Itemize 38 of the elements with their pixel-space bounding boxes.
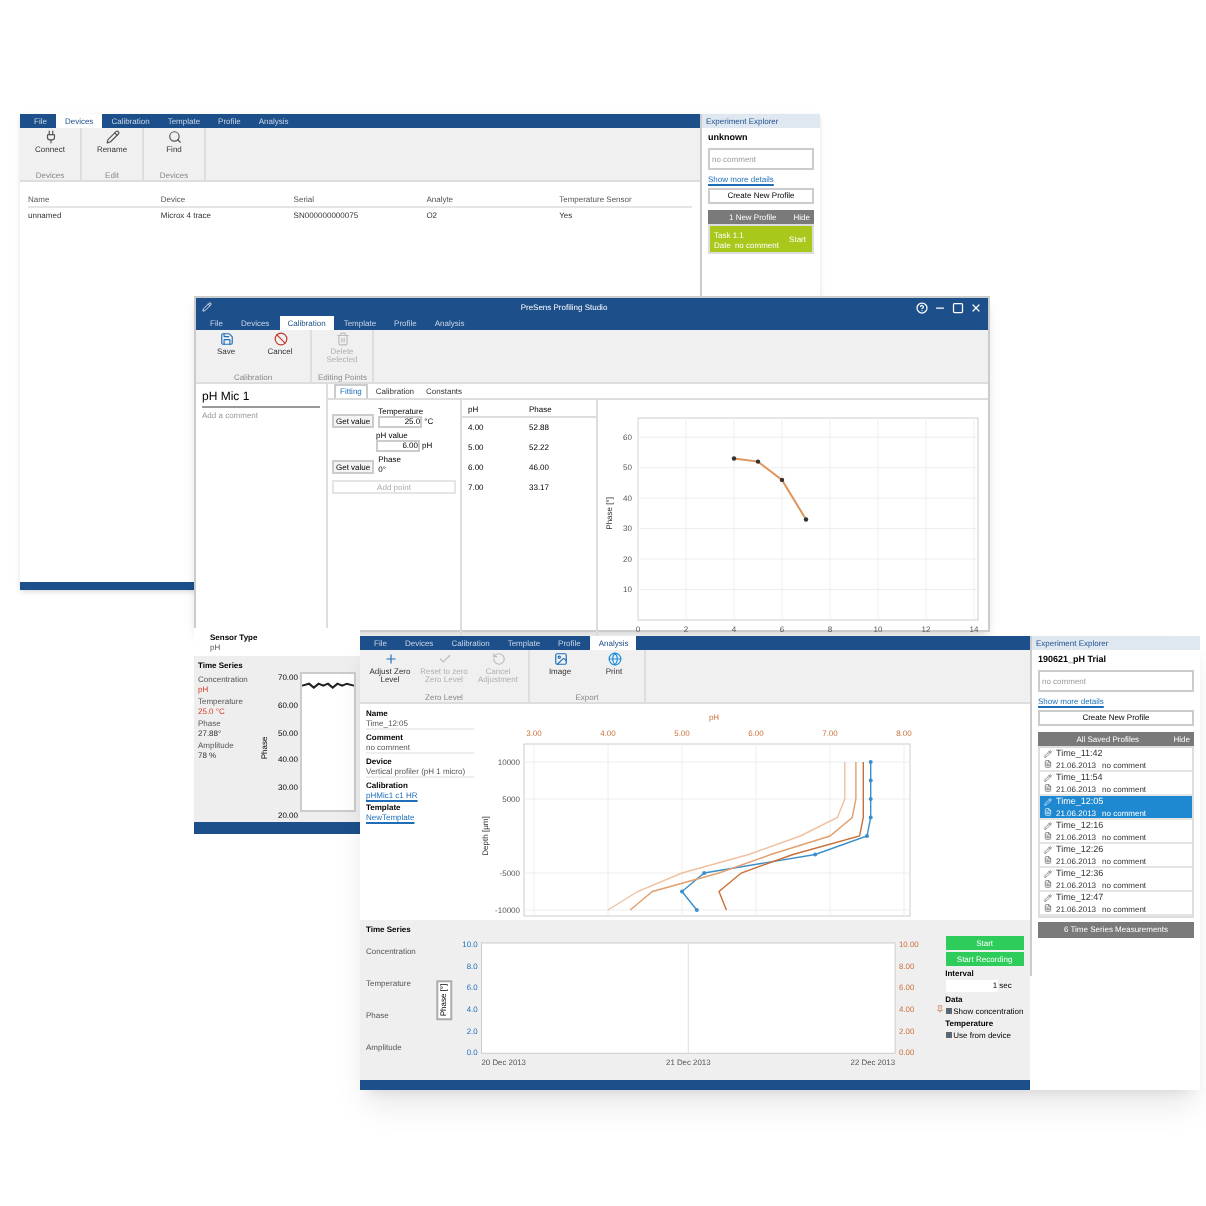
plug-icon (43, 130, 57, 144)
data-point[interactable] (779, 477, 785, 483)
checkbox[interactable] (945, 1008, 952, 1014)
help-icon[interactable] (916, 301, 928, 313)
data-point (868, 815, 873, 820)
globe-icon (607, 652, 621, 666)
phase-sparkline (300, 672, 356, 812)
edit-icon[interactable] (1044, 774, 1052, 782)
checkbox[interactable] (945, 1032, 952, 1038)
document-icon[interactable] (1044, 760, 1052, 768)
app-icon (202, 302, 212, 312)
minimize-icon[interactable] (934, 301, 946, 313)
data-point[interactable] (755, 459, 761, 464)
data-point (813, 852, 818, 857)
pencil-icon (105, 130, 119, 144)
edit-icon[interactable] (1044, 750, 1052, 758)
edit-icon[interactable] (1044, 822, 1052, 830)
cancel-icon (273, 332, 287, 346)
document-icon[interactable] (1044, 904, 1052, 912)
edit-icon[interactable] (1044, 846, 1052, 854)
plus-icon (383, 652, 397, 666)
search-icon (167, 130, 181, 144)
data-point[interactable] (803, 517, 809, 522)
data-point[interactable] (731, 456, 737, 461)
maximize-icon[interactable] (952, 301, 964, 313)
document-icon[interactable] (1044, 880, 1052, 888)
document-icon[interactable] (1044, 784, 1052, 792)
save-icon (219, 332, 233, 346)
data-point (868, 778, 873, 783)
edit-icon[interactable] (1044, 894, 1052, 902)
trash-icon (335, 332, 349, 346)
document-icon[interactable] (1044, 832, 1052, 840)
check-icon (437, 652, 451, 666)
close-icon[interactable] (970, 301, 982, 313)
document-icon[interactable] (1044, 856, 1052, 864)
image-icon (553, 652, 567, 666)
reset-icon (491, 652, 505, 666)
edit-icon[interactable] (1044, 870, 1052, 878)
